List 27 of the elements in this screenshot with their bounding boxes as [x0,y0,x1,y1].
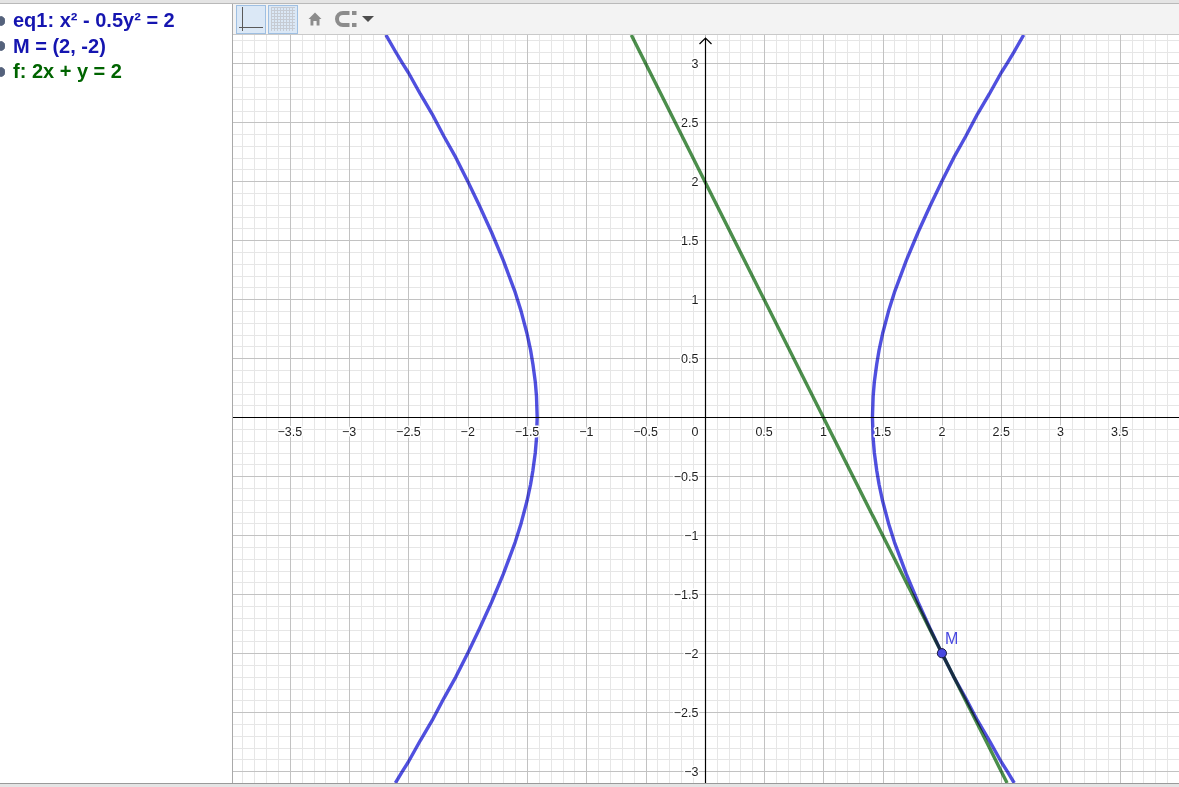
tick-label: −3.5 [277,425,303,439]
tick-label: 1.5 [681,233,699,248]
tick-label: 1 [691,292,699,307]
tick-label: 3 [1057,425,1064,439]
tick-label: 0.5 [755,425,773,439]
tick-label: 1 [819,425,827,439]
tick-label: −1 [684,528,699,543]
tick-label: 2.5 [992,425,1010,439]
tick-label: 2 [691,174,699,189]
tick-label: −2 [460,425,475,439]
origin-label: 0 [691,425,699,439]
tick-label: −3 [684,764,699,779]
tick-label: 0.5 [681,351,699,366]
tick-label: −0.5 [673,469,699,484]
tick-label: 3 [691,56,699,71]
tick-label: −3 [342,425,357,439]
tick-label: −1 [579,425,594,439]
tick-label: −0.5 [633,425,658,439]
tick-label: 1.5 [873,425,892,439]
tick-label: −2.5 [673,705,699,720]
tick-label: −1.5 [673,587,699,602]
tick-label: 3.5 [1111,425,1129,439]
tick-label: 2.5 [681,115,699,130]
tick-label: 2 [938,425,946,439]
point-label: M [944,630,959,648]
tick-label: −2.5 [396,425,421,439]
tick-label: −2 [684,646,699,661]
